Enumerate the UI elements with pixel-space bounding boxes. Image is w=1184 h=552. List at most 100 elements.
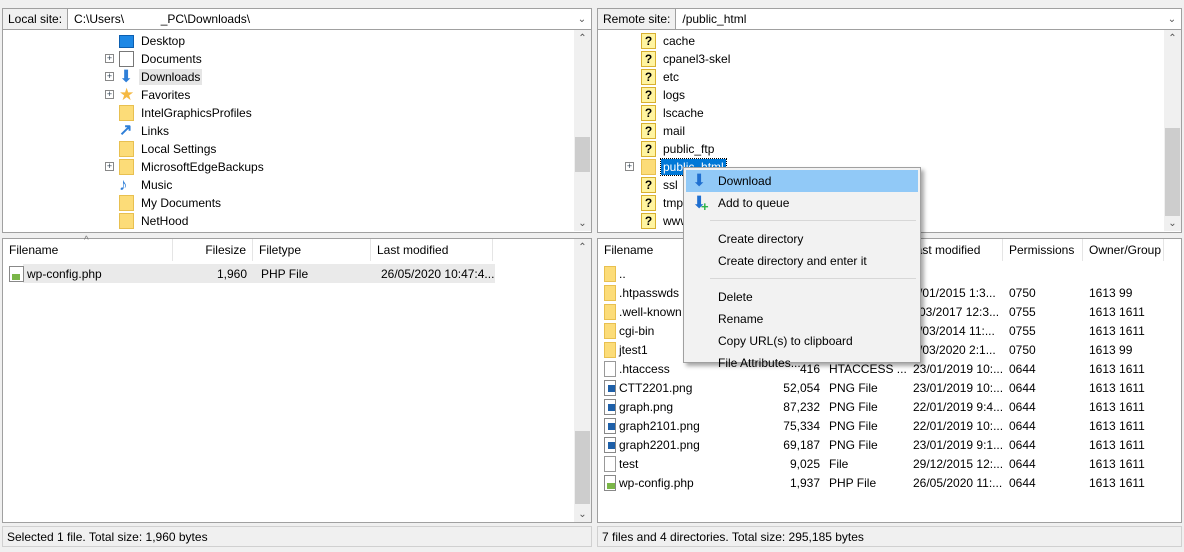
folder-icon	[604, 303, 616, 320]
tree-item[interactable]: IntelGraphicsProfiles	[119, 104, 254, 122]
chevron-down-icon[interactable]: ⌄	[1163, 14, 1181, 25]
table-row[interactable]: test	[604, 454, 638, 473]
perm-cell	[1009, 264, 1089, 283]
tree-item[interactable]: ? etc	[641, 68, 681, 86]
remote-site-label: Remote site:	[598, 9, 677, 29]
unknown-folder-icon: ?	[641, 177, 656, 193]
menu-item-rename[interactable]: Rename	[686, 308, 918, 330]
table-row[interactable]: wp-config.php	[604, 473, 694, 492]
owner-cell: 1613 99	[1089, 285, 1133, 300]
owner-cell: 1613 1611	[1089, 456, 1145, 471]
tree-item[interactable]: ? cache	[641, 32, 697, 50]
tree-item[interactable]: ↗ Links	[119, 122, 171, 140]
tree-item[interactable]: ⬇ Downloads	[119, 68, 203, 86]
table-row[interactable]: cgi-bin	[604, 321, 654, 340]
local-path-input[interactable]: C:\Users\ _PC\Downloads\	[68, 12, 573, 26]
tree-item[interactable]: NetHood	[119, 212, 190, 230]
table-row[interactable]: graph2101.png	[604, 416, 700, 435]
remote-path-input[interactable]: /public_html	[676, 12, 1163, 26]
menu-item-copy-url-s-to-clipboard[interactable]: Copy URL(s) to clipboard	[686, 330, 918, 352]
table-row[interactable]: .htaccess	[604, 359, 670, 378]
tree-item[interactable]: ? ssl	[641, 176, 680, 194]
menu-item-download[interactable]: ⬇ Download	[686, 170, 918, 192]
local-list-scrollbar[interactable]: ⌃ ⌄	[574, 239, 591, 522]
tree-item-label: Links	[141, 124, 170, 138]
local-file-list: ⌃ ⌄ Filename Filesize Filetype Last modified…	[2, 235, 592, 523]
folder-icon	[119, 105, 134, 121]
tree-item[interactable]: ♪ Music	[119, 176, 174, 194]
column-header[interactable]: Filetype	[253, 239, 371, 261]
modified-cell: 23/01/2019 10:...	[913, 361, 1004, 376]
table-row[interactable]: .well-known	[604, 302, 682, 321]
size-cell: 1,937	[789, 475, 820, 490]
menu-item-file-attributes[interactable]: File Attributes...	[686, 352, 918, 374]
tree-item-label: Local Settings	[141, 142, 217, 156]
chevron-down-icon[interactable]: ⌄	[573, 14, 591, 25]
menu-item-create-directory[interactable]: Create directory	[686, 228, 918, 250]
tree-item[interactable]: ★ Favorites	[119, 86, 192, 104]
table-row[interactable]: ..	[604, 264, 626, 283]
tree-item[interactable]: ? tmp	[641, 194, 685, 212]
menu-item-add-to-queue[interactable]: ⬇ + Add to queue	[686, 192, 918, 214]
perm-cell: 0755	[1009, 323, 1036, 338]
perm-cell: 0755	[1009, 304, 1036, 319]
expand-icon[interactable]: +	[105, 90, 114, 99]
tree-item[interactable]: ? mail	[641, 122, 687, 140]
folder-icon	[119, 141, 134, 157]
type-cell: File	[829, 456, 849, 471]
expand-icon[interactable]: +	[105, 54, 114, 63]
expand-icon[interactable]: +	[105, 72, 114, 81]
column-header[interactable]: Owner/Group	[1083, 239, 1164, 261]
folder-icon	[604, 265, 616, 282]
size-cell: 9,025	[789, 456, 820, 471]
php-file-icon	[9, 265, 24, 282]
remote-tree-scrollbar[interactable]: ⌃ ⌄	[1164, 30, 1181, 231]
tree-item-label: Documents	[141, 52, 202, 66]
menu-item-create-directory-and-enter-it[interactable]: Create directory and enter it	[686, 250, 918, 272]
local-site-bar: Local site: C:\Users\ _PC\Downloads\ ⌄	[2, 8, 592, 30]
column-header[interactable]: Permissions	[1003, 239, 1083, 261]
size-cell: 75,334	[783, 418, 820, 433]
table-row[interactable]: CTT2201.png	[604, 378, 692, 397]
tree-item[interactable]: ? public_ftp	[641, 140, 716, 158]
perm-cell: 0644	[1009, 380, 1036, 395]
filename: wp-config.php	[619, 475, 694, 490]
documents-icon	[119, 51, 134, 67]
folder-icon	[604, 284, 616, 301]
music-icon: ♪	[119, 175, 128, 194]
menu-separator	[710, 278, 916, 279]
type-cell: PNG File	[829, 437, 878, 452]
filename: jtest1	[619, 342, 648, 357]
tree-item[interactable]: Documents	[119, 50, 204, 68]
expand-icon[interactable]: +	[105, 162, 114, 171]
file-icon	[604, 360, 616, 377]
tree-item[interactable]: ? logs	[641, 86, 687, 104]
local-tree-scrollbar[interactable]: ⌃ ⌄	[574, 30, 591, 231]
column-header[interactable]: Last modified	[371, 239, 493, 261]
menu-item-delete[interactable]: Delete	[686, 286, 918, 308]
table-row[interactable]: .htpasswds	[604, 283, 679, 302]
tree-item[interactable]: My Documents	[119, 194, 223, 212]
type-cell: PHP File	[829, 475, 877, 490]
modified-cell: 03/2017 12:3...	[919, 304, 1000, 319]
size-cell: 1,960	[216, 266, 247, 281]
tree-item-label: ssl	[663, 178, 678, 192]
modified-cell: /01/2015 1:3...	[919, 285, 996, 300]
tree-item[interactable]: ? lscache	[641, 104, 706, 122]
tree-item[interactable]: ? cpanel3-skel	[641, 50, 732, 68]
folder-icon	[119, 195, 134, 211]
menu-item-label: Download	[718, 174, 772, 188]
unknown-folder-icon: ?	[641, 105, 656, 121]
tree-item[interactable]: MicrosoftEdgeBackups	[119, 158, 266, 176]
tree-item[interactable]: Desktop	[119, 32, 187, 50]
table-row[interactable]: graph2201.png	[604, 435, 700, 454]
expand-icon[interactable]: +	[625, 162, 634, 171]
tree-item[interactable]: Local Settings	[119, 140, 218, 158]
filename: test	[619, 456, 639, 471]
column-header[interactable]: Filesize	[173, 239, 253, 261]
table-row[interactable]: graph.png	[604, 397, 673, 416]
unknown-folder-icon: ?	[641, 123, 656, 139]
table-row[interactable]: jtest1	[604, 340, 648, 359]
unknown-folder-icon: ?	[641, 33, 656, 49]
owner-cell	[1089, 264, 1169, 283]
